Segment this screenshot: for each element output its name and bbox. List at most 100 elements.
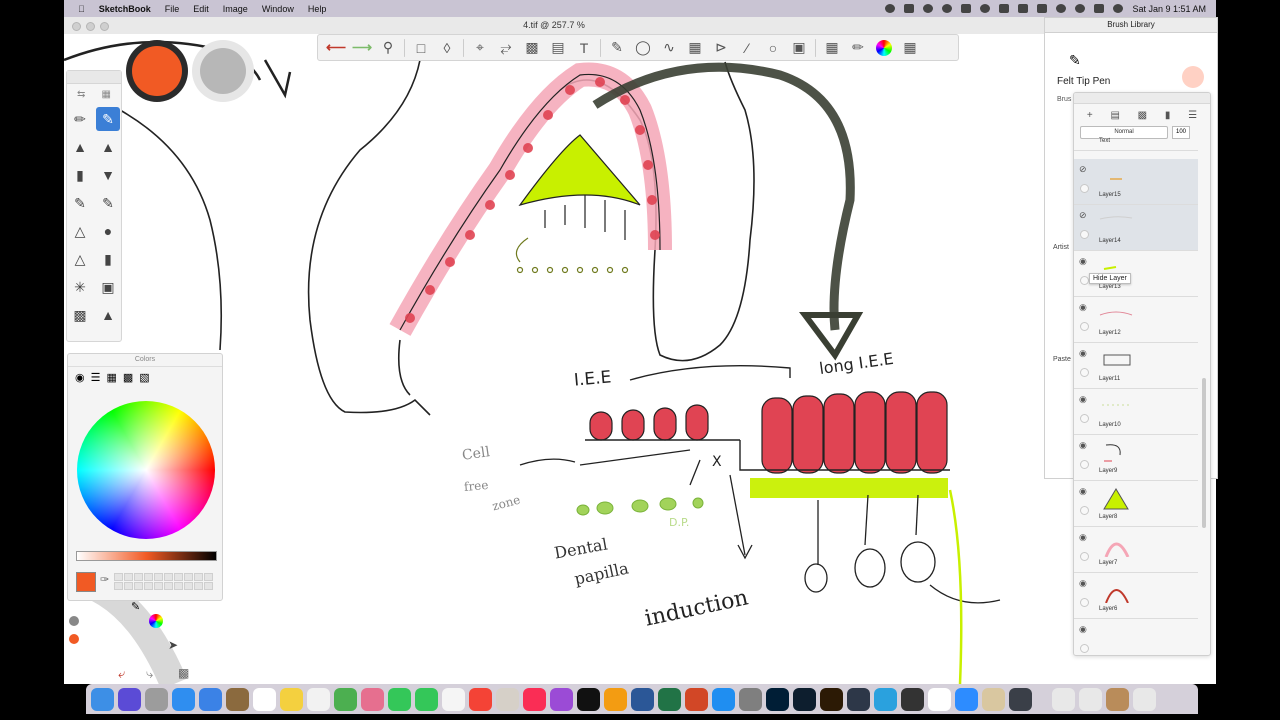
finder-icon[interactable] — [91, 687, 114, 711]
notes-icon[interactable] — [280, 687, 303, 711]
layer-row[interactable]: Text — [1074, 105, 1198, 151]
telegram-icon[interactable] — [874, 687, 897, 711]
color-wheel-lagoon-icon[interactable] — [149, 614, 163, 628]
layer-lock-dot[interactable] — [1080, 230, 1089, 239]
marker-tool[interactable]: ▲ — [68, 135, 92, 159]
status-icon[interactable] — [961, 4, 972, 13]
select-lasso-icon[interactable]: ◊ — [437, 38, 457, 58]
layer-row[interactable]: ◉ Layer10 — [1074, 389, 1198, 435]
close-button[interactable] — [72, 22, 81, 31]
french-curve-icon[interactable]: ∿ — [659, 38, 679, 58]
layer-lock-dot[interactable] — [1080, 184, 1089, 193]
app-menu[interactable]: SketchBook — [99, 4, 151, 14]
transform-icon[interactable]: ⥂ — [496, 38, 516, 58]
eye-icon[interactable]: ◉ — [1079, 348, 1087, 359]
splatter-tool[interactable]: ✳ — [68, 275, 92, 299]
photos-icon[interactable] — [361, 687, 384, 711]
quicktime-icon[interactable] — [847, 687, 870, 711]
layer-lock-dot[interactable] — [1080, 276, 1089, 285]
eraser-tool[interactable]: ▩ — [68, 303, 92, 327]
eye-icon[interactable]: ◉ — [1079, 256, 1087, 267]
excel-icon[interactable] — [658, 687, 681, 711]
menu-image[interactable]: Image — [223, 4, 248, 14]
line-icon[interactable]: ⁄ — [737, 38, 757, 58]
battery-icon[interactable] — [1037, 4, 1048, 13]
status-icon[interactable] — [904, 4, 915, 13]
layer-lock-dot[interactable] — [1080, 322, 1089, 331]
current-color-swatch[interactable] — [76, 572, 96, 592]
play-icon[interactable] — [980, 4, 991, 13]
flag-icon[interactable] — [999, 4, 1010, 13]
perspective-icon[interactable]: ▦ — [685, 38, 705, 58]
messages-icon[interactable] — [388, 687, 411, 711]
search-icon[interactable] — [1075, 4, 1086, 13]
image-tab-icon[interactable]: ▩ — [123, 371, 133, 384]
books-icon[interactable] — [604, 687, 627, 711]
sketchbook-icon[interactable] — [982, 687, 1005, 711]
redo-button[interactable]: ⟶ — [352, 38, 372, 58]
powerpoint-icon[interactable] — [685, 687, 708, 711]
brush-lagoon-icon[interactable]: ✎ — [131, 600, 140, 613]
brush-tool[interactable]: ▮ — [68, 163, 92, 187]
layer-lock-dot[interactable] — [1080, 414, 1089, 423]
safari-icon[interactable] — [172, 687, 195, 711]
layer-row[interactable]: ◉ Layer11 — [1074, 343, 1198, 389]
marker-tool[interactable]: ▲ — [96, 135, 120, 159]
crayons-tab-icon[interactable]: ▧ — [139, 371, 149, 384]
zoom-app-icon[interactable] — [955, 687, 978, 711]
color-editor-icon[interactable] — [874, 38, 894, 58]
color-puck[interactable] — [126, 40, 188, 102]
layer-lock-dot[interactable] — [1080, 552, 1089, 561]
layer-row[interactable]: ◉ Layer9 — [1074, 435, 1198, 481]
layer-lock-dot[interactable] — [1080, 598, 1089, 607]
bridge-icon[interactable] — [820, 687, 843, 711]
layer-editor-icon[interactable]: ▦ — [822, 38, 842, 58]
texture-tool[interactable]: ▣ — [96, 275, 120, 299]
siri-icon[interactable] — [118, 687, 141, 711]
layer-scrollbar[interactable] — [1202, 378, 1206, 528]
app-store-icon[interactable] — [712, 687, 735, 711]
hidden-eye-icon[interactable]: ⊘ — [1079, 164, 1087, 175]
clock[interactable]: Sat Jan 9 1:51 AM — [1132, 4, 1206, 14]
record-icon[interactable] — [885, 4, 896, 13]
smear-tool[interactable]: ● — [96, 219, 120, 243]
copic-library-icon[interactable]: ▦ — [900, 38, 920, 58]
menu-help[interactable]: Help — [308, 4, 327, 14]
pencil-tool[interactable]: ✏ — [68, 107, 92, 131]
eye-icon[interactable]: ◉ — [1079, 486, 1087, 497]
status-icon[interactable] — [942, 4, 953, 13]
wifi-icon[interactable] — [1056, 4, 1067, 13]
ruler-icon[interactable]: ✎ — [607, 38, 627, 58]
tv-icon[interactable] — [577, 687, 600, 711]
facetime-icon[interactable] — [415, 687, 438, 711]
layer-row[interactable]: ⊘ Layer14 — [1074, 205, 1198, 251]
layer-lock-dot[interactable] — [1080, 368, 1089, 377]
eye-icon[interactable]: ◉ — [1079, 578, 1087, 589]
pen-tool[interactable]: ✎ — [96, 191, 120, 215]
select-rect-icon[interactable]: □ — [411, 38, 431, 58]
lightroom-icon[interactable] — [793, 687, 816, 711]
color-wheel-tab-icon[interactable]: ◉ — [75, 371, 85, 384]
zoom-icon[interactable]: ⚲ — [378, 38, 398, 58]
grid-icon[interactable]: ▦ — [102, 89, 111, 100]
news-icon[interactable] — [469, 687, 492, 711]
image-stack-icon[interactable] — [1106, 687, 1129, 711]
status-icon[interactable] — [923, 4, 934, 13]
undo-button[interactable]: ⟵ — [326, 38, 346, 58]
control-center-icon[interactable] — [1094, 4, 1105, 13]
soft-eraser-tool[interactable]: ▲ — [96, 303, 120, 327]
layer-row[interactable]: ◉ Layer12 — [1074, 297, 1198, 343]
calendar-icon[interactable] — [253, 687, 276, 711]
airbrush-tool[interactable]: △ — [68, 219, 92, 243]
freeform-icon[interactable] — [442, 687, 465, 711]
word-icon[interactable] — [631, 687, 654, 711]
eye-icon[interactable]: ◉ — [1079, 624, 1087, 635]
trash-icon[interactable] — [1133, 687, 1156, 711]
eye-icon[interactable]: ◉ — [1079, 394, 1087, 405]
airbrush-tool[interactable]: △ — [68, 247, 92, 271]
layer-row[interactable]: ◉ Layer6 — [1074, 573, 1198, 619]
eye-icon[interactable]: ◉ — [1079, 440, 1087, 451]
documents-stack-icon[interactable] — [1079, 687, 1102, 711]
pen-tool[interactable]: ✎ — [68, 191, 92, 215]
distort-icon[interactable]: ▩ — [522, 38, 542, 58]
